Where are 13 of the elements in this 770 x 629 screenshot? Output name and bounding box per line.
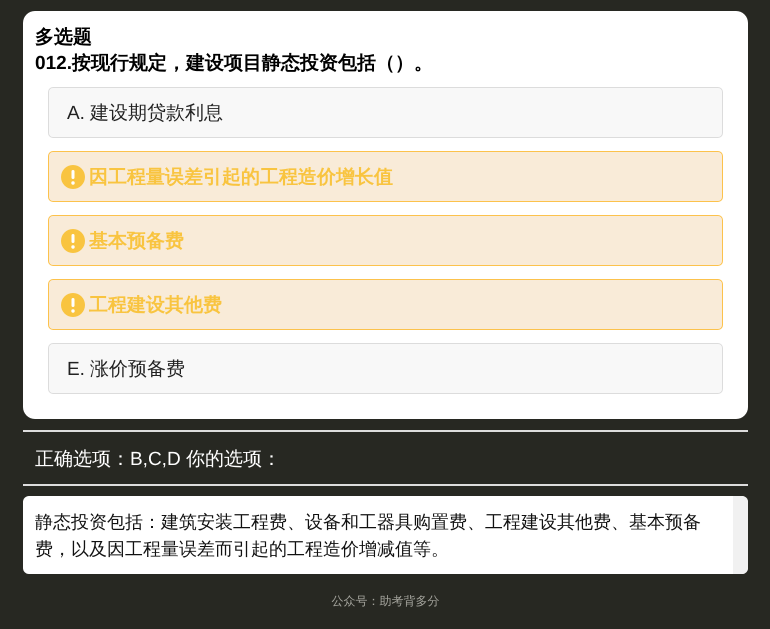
answer-option[interactable]: 因工程量误差引起的工程造价增长值 <box>48 151 723 202</box>
answer-option[interactable]: E. 涨价预备费 <box>48 343 723 394</box>
explanation-text: 静态投资包括：建筑安装工程费、设备和工器具购置费、工程建设其他费、基本预备费，以及因工程量误差而引起的工程造价增减值等。 <box>34 511 702 561</box>
exclamation-icon <box>61 292 85 316</box>
footer-text: 公众号：助考背多分 <box>330 593 440 610</box>
answer-option[interactable]: 工程建设其他费 <box>48 279 723 330</box>
answer-option[interactable]: 基本预备费 <box>48 215 723 266</box>
answer-option[interactable]: A. 建设期贷款利息 <box>48 87 723 138</box>
question-type: 多选题 <box>35 26 93 50</box>
answer-summary: 正确选项：B,C,D 你的选项： <box>34 448 282 472</box>
question-title: 012.按现行规定，建设项目静态投资包括（）。 <box>35 52 434 76</box>
exclamation-icon <box>61 164 85 188</box>
exclamation-icon <box>61 228 85 252</box>
